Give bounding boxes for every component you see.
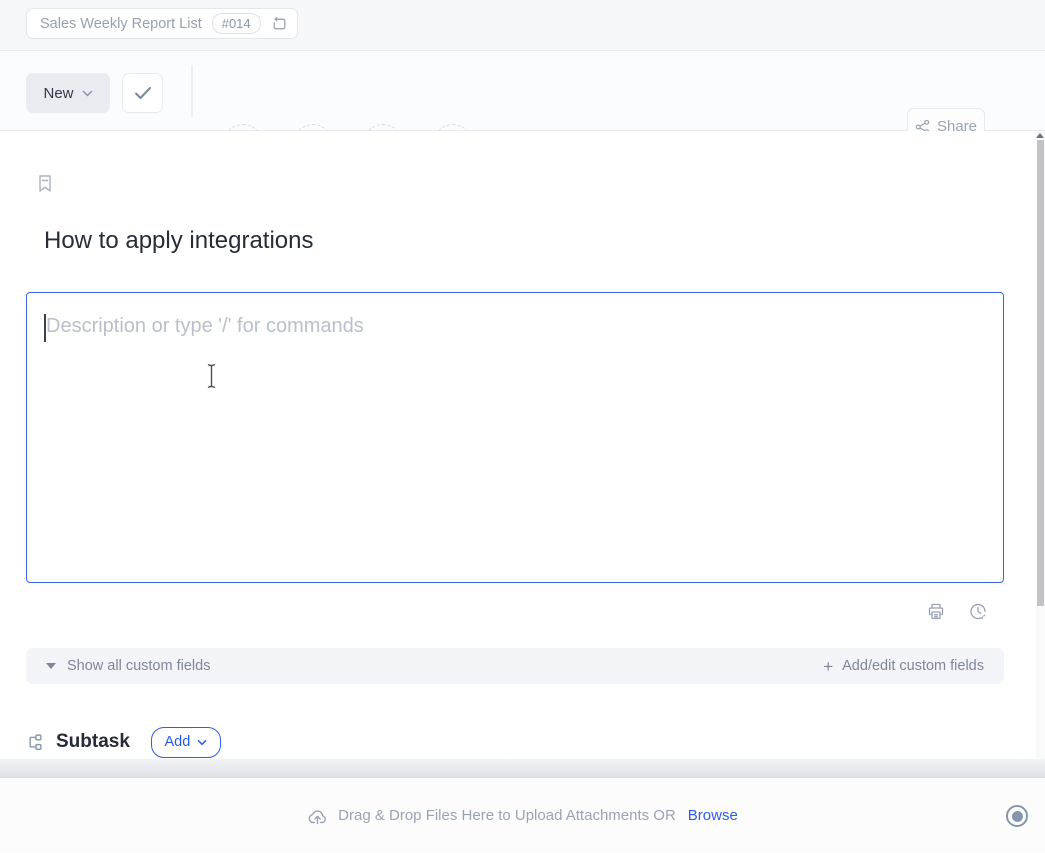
breadcrumb-list-name[interactable]: Sales Weekly Report List: [40, 16, 202, 32]
content-bottom-shadow: [0, 759, 1045, 777]
new-button-label: New: [43, 85, 73, 102]
scrollbar-thumb[interactable]: [1037, 140, 1044, 606]
browse-link[interactable]: Browse: [688, 807, 738, 824]
top-bar: Sales Weekly Report List #014: [0, 0, 1045, 51]
task-toolbar: New: [0, 51, 1045, 131]
duplicate-icon[interactable]: [271, 16, 287, 32]
breadcrumb[interactable]: Sales Weekly Report List #014: [26, 8, 298, 39]
file-dropzone[interactable]: Drag & Drop Files Here to Upload Attachm…: [0, 778, 1045, 853]
bookmark-icon[interactable]: [36, 174, 54, 193]
show-custom-fields-label: Show all custom fields: [67, 658, 210, 674]
add-edit-custom-fields-button[interactable]: + Add/edit custom fields: [823, 658, 984, 675]
add-edit-custom-fields-label: Add/edit custom fields: [842, 658, 984, 674]
plus-icon: +: [823, 658, 833, 675]
task-title[interactable]: How to apply integrations: [44, 227, 313, 255]
printer-icon[interactable]: [927, 602, 945, 621]
description-placeholder: Description or type '/' for commands: [46, 315, 364, 338]
chevron-down-icon: [197, 739, 207, 746]
toolbar-divider: [191, 65, 193, 117]
add-subtask-button[interactable]: Add: [151, 727, 221, 758]
subtask-tree-icon: [26, 733, 46, 752]
description-actions: [927, 602, 987, 621]
record-button[interactable]: [1006, 805, 1028, 827]
description-editor[interactable]: Description or type '/' for commands: [26, 292, 1004, 583]
subtask-section: Subtask Add: [26, 726, 221, 758]
mark-complete-button[interactable]: [122, 73, 163, 113]
dropzone-text: Drag & Drop Files Here to Upload Attachm…: [338, 807, 676, 824]
new-button[interactable]: New: [26, 73, 110, 113]
show-custom-fields-toggle[interactable]: Show all custom fields: [46, 658, 210, 674]
chevron-down-icon: [82, 90, 93, 97]
subtask-heading: Subtask: [56, 731, 130, 753]
task-id-badge[interactable]: #014: [212, 13, 261, 34]
clock-icon[interactable]: [969, 602, 987, 621]
scrollbar-up-arrow[interactable]: [1036, 133, 1044, 138]
ibeam-cursor-icon: [205, 363, 218, 389]
task-detail-panel: How to apply integrations Description or…: [0, 131, 1045, 777]
caret-down-icon: [46, 663, 56, 669]
attachments-footer: Drag & Drop Files Here to Upload Attachm…: [0, 777, 1045, 852]
check-icon: [134, 86, 152, 100]
custom-fields-bar: Show all custom fields + Add/edit custom…: [26, 648, 1004, 684]
upload-cloud-icon: [307, 807, 328, 825]
record-icon: [1012, 811, 1023, 822]
add-subtask-label: Add: [165, 734, 191, 750]
